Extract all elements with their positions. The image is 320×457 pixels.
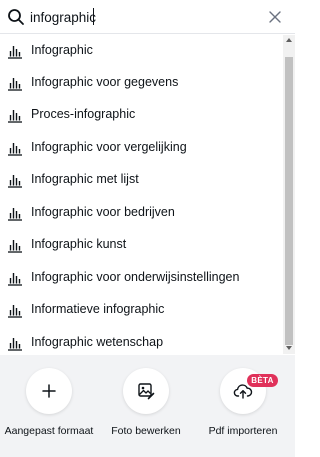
search-input[interactable]	[30, 4, 260, 30]
bar-chart-icon	[7, 207, 23, 221]
custom-size-button[interactable]: Aangepast formaat	[0, 355, 100, 457]
suggestion-label: Infographic voor bedrijven	[31, 205, 175, 219]
photo-edit-label: Foto bewerken	[111, 425, 181, 437]
pdf-import-label: Pdf importeren	[208, 425, 278, 437]
image-edit-icon	[138, 383, 155, 400]
custom-size-label: Aangepast formaat	[4, 425, 94, 437]
vertical-scrollbar[interactable]	[283, 35, 295, 354]
bar-chart-icon	[7, 77, 23, 91]
suggestion-label: Infographic wetenschap	[31, 335, 164, 349]
suggestion-item[interactable]: Infographic met lijst	[0, 164, 283, 197]
action-circle[interactable]	[26, 368, 72, 414]
suggestion-label: Infographic voor vergelijking	[31, 140, 187, 154]
bar-chart-icon	[7, 304, 23, 318]
suggestion-label: Infographic met lijst	[31, 172, 139, 186]
close-icon[interactable]	[265, 7, 285, 27]
suggestion-item[interactable]: Infographic voor vergelijking	[0, 132, 283, 165]
pdf-import-button[interactable]: BÈTA Pdf importeren	[194, 355, 294, 457]
bar-chart-icon	[7, 142, 23, 156]
suggestion-item[interactable]: Infographic voor bedrijven	[0, 197, 283, 230]
quick-actions-bar: Aangepast formaat Foto bewerken BÈTA Pdf…	[0, 355, 295, 457]
suggestion-label: Infographic	[31, 43, 93, 57]
scroll-up-arrow-icon[interactable]	[286, 38, 292, 42]
suggestion-label: Proces-infographic	[31, 107, 136, 121]
suggestion-item[interactable]: Infographic voor gegevens	[0, 67, 283, 100]
suggestion-item[interactable]: Infographic kunst	[0, 229, 283, 262]
suggestion-list: Infographic Infographic voor gegevens Pr…	[0, 35, 283, 354]
suggestion-item[interactable]: Infographic	[0, 35, 283, 68]
bar-chart-icon	[7, 109, 23, 123]
suggestion-label: Informatieve infographic	[31, 302, 165, 316]
text-cursor	[93, 8, 94, 25]
plus-icon	[42, 384, 56, 398]
bar-chart-icon	[7, 337, 23, 351]
bar-chart-icon	[7, 239, 23, 253]
suggestion-item[interactable]: Infographic wetenschap	[0, 327, 283, 354]
beta-badge: BÈTA	[247, 374, 278, 387]
suggestion-item[interactable]: Infographic voor onderwijsinstellingen	[0, 262, 283, 295]
bar-chart-icon	[7, 272, 23, 286]
search-icon	[8, 9, 24, 25]
suggestion-label: Infographic kunst	[31, 237, 127, 251]
action-circle[interactable]	[123, 368, 169, 414]
suggestion-item[interactable]: Proces-infographic	[0, 99, 283, 132]
bar-chart-icon	[7, 174, 23, 188]
bar-chart-icon	[7, 45, 23, 59]
suggestion-label: Infographic voor onderwijsinstellingen	[31, 270, 240, 284]
search-bar	[0, 0, 295, 34]
suggestion-item[interactable]: Informatieve infographic	[0, 294, 283, 327]
scrollbar-thumb[interactable]	[285, 57, 293, 345]
scroll-down-arrow-icon[interactable]	[286, 346, 292, 350]
photo-edit-button[interactable]: Foto bewerken	[97, 355, 197, 457]
suggestion-label: Infographic voor gegevens	[31, 75, 179, 89]
